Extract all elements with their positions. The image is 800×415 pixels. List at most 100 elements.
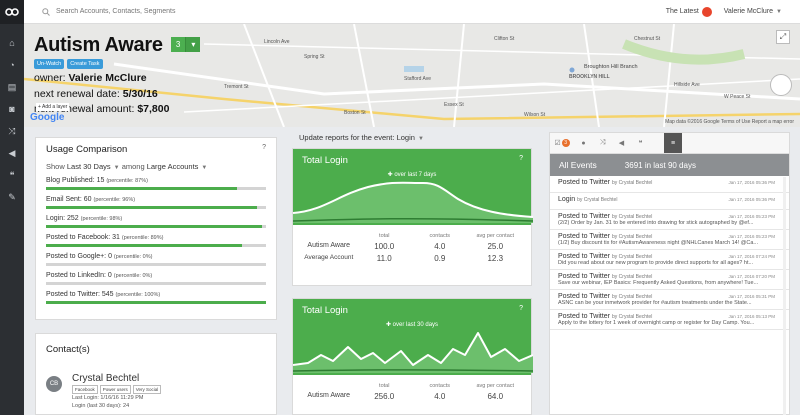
fullscreen-icon[interactable]: ⤢ [776, 30, 790, 44]
account-map[interactable]: Autism Aware 3 ▾ Un-Watch Create Task ow… [24, 24, 800, 127]
event-title: Posted to Twitter [558, 293, 611, 300]
event-title: Posted to Twitter [558, 233, 611, 240]
events-scrollbar[interactable] [783, 177, 786, 415]
percentile-bar [46, 206, 266, 209]
event-author: by Crystal Bechtel [612, 180, 653, 186]
chart-title: Total Login [302, 155, 348, 166]
events-header: All Events 3691 in last 90 days [550, 154, 789, 176]
search-box[interactable] [42, 7, 186, 16]
event-item[interactable]: Posted to Twitter by Crystal Bechtel Jan 1… [550, 250, 789, 270]
map-label: Chestnut St [634, 36, 661, 42]
chevron-down-icon: ▾ [185, 37, 201, 52]
help-icon[interactable]: ? [519, 155, 523, 162]
percentile-bar [46, 225, 266, 228]
event-date: Jan 17, 2016 05:23 PM [728, 234, 775, 239]
map-label: Tremont St [224, 84, 249, 90]
metric-label: Posted to Google+: 0 [46, 253, 112, 260]
percentile-fill [46, 187, 238, 190]
login-count: Login (last 30 days): 24 [72, 403, 130, 409]
contacts-panel: Contact(s) CB Crystal Bechtel Facebook P… [35, 333, 277, 415]
megaphone-icon[interactable]: ◀ [0, 142, 24, 164]
help-icon[interactable]: ? [262, 144, 266, 155]
usage-metric: Email Sent: 60 (percentile: 96%) [46, 196, 266, 209]
accounts-icon[interactable]: ▤ [0, 76, 24, 98]
usage-metric: Login: 252 (percentile: 98%) [46, 215, 266, 228]
help-icon[interactable]: ? [519, 305, 523, 312]
event-item[interactable]: Posted to Twitter by Crystal Bechtel Jan 1… [550, 230, 789, 250]
the-latest-button[interactable]: The Latest [666, 6, 712, 17]
event-dropdown[interactable]: Login [397, 133, 415, 142]
metric-label: Email Sent: 60 [46, 196, 92, 203]
percentile-fill [46, 206, 258, 209]
usage-metric: Posted to Google+: 0 (percentile: 0%) [46, 253, 266, 266]
unwatch-button[interactable]: Un-Watch [34, 59, 65, 69]
metric-label: Posted to LinkedIn: 0 [46, 272, 112, 279]
user-name: Valerie McClure [723, 8, 774, 15]
tab-tasks[interactable]: ☑ 3 [550, 133, 574, 153]
event-item[interactable]: Posted to Twitter by Crystal Bechtel Jan 1… [550, 210, 789, 230]
contact-tag[interactable]: Facebook [72, 385, 98, 394]
contact-tag[interactable]: Very Social [132, 385, 162, 394]
search-input[interactable] [56, 8, 186, 15]
metric-percentile: (percentile: 98%) [80, 216, 123, 222]
tab-comments[interactable]: ● [574, 133, 593, 153]
quote-icon: ❝ [638, 140, 643, 147]
tab-campaigns[interactable]: ◀ [612, 133, 631, 153]
chart-title: Total Login [302, 305, 348, 316]
metric-percentile: (percentile: 0%) [113, 254, 153, 260]
event-item[interactable]: Posted to Twitter by Crystal Bechtel Jan 1… [550, 270, 789, 290]
map-label: Stafford Ave [404, 76, 432, 82]
event-title: Posted to Twitter [558, 213, 611, 220]
top-bar: The Latest Valerie McClure▼ [24, 0, 800, 24]
metric-percentile: (percentile: 0%) [113, 273, 153, 279]
percentile-bar [46, 187, 266, 190]
list-icon: ≡ [670, 139, 676, 147]
event-date: Jan 17, 2016 07:24 PM [728, 254, 775, 259]
map-label: Lincoln Ave [264, 39, 290, 45]
event-item[interactable]: Posted to Twitter by Crystal Bechtel Jan 1… [550, 176, 789, 193]
score-dropdown[interactable]: 3 ▾ [170, 37, 201, 52]
usage-metric: Posted to LinkedIn: 0 (percentile: 0%) [46, 272, 266, 285]
contact-tag[interactable]: Power users [99, 385, 131, 394]
checkbox-icon: ☑ [554, 140, 561, 147]
stats-row: Autism Aware 256.0 4.0 64.0 [307, 392, 504, 401]
usage-metric: Posted to Twitter: 545 (percentile: 100%… [46, 291, 266, 304]
event-text: Save our webinar, IEP Basics: Frequently… [558, 280, 759, 286]
total-login-7-days-card: Total Login ? ✚ over last 7 days total co… [292, 148, 533, 286]
segment-dropdown[interactable]: Large Accounts [147, 162, 199, 171]
event-title: Posted to Twitter [558, 179, 611, 186]
contact-name[interactable]: Crystal Bechtel [72, 373, 161, 384]
home-icon[interactable]: ⌂ [0, 32, 24, 54]
google-logo: Google [30, 112, 65, 123]
owner-line: owner: Valerie McClure [34, 72, 147, 84]
create-task-button[interactable]: Create Task [67, 59, 103, 69]
tab-shuffle[interactable]: ⤨ [593, 133, 612, 153]
tab-all-events[interactable]: ≡ [664, 133, 682, 153]
update-reports-selector[interactable]: Update reports for the event: Login ▼ [299, 133, 424, 142]
map-label: Broughton Hill Branch [584, 64, 638, 70]
map-pan-control[interactable] [770, 74, 792, 96]
renewal-date-line: next renewal date: 5/30/16 [34, 87, 158, 100]
add-layer-button[interactable]: + Add a layer [36, 103, 70, 111]
event-item[interactable]: Login by Crystal Bechtel Jan 17, 2016 05:3… [550, 193, 789, 210]
contacts-icon[interactable]: ◙ [0, 98, 24, 120]
event-item[interactable]: Posted to Twitter by Crystal Bechtel Jan 1… [550, 290, 789, 310]
campaign-icon[interactable]: ❝ [0, 164, 24, 186]
metric-percentile: (percentile: 100%) [115, 292, 161, 298]
logo-icon[interactable] [0, 0, 24, 24]
period-dropdown[interactable]: Last 30 Days [67, 162, 111, 171]
event-date: Jan 17, 2016 05:13 PM [728, 314, 775, 319]
col-header: total [379, 383, 390, 389]
usage-metric: Blog Published: 15 (percentile: 87%) [46, 177, 266, 190]
dashboard-icon[interactable]: ◔ [0, 54, 24, 76]
shuffle-icon[interactable]: ⤨ [0, 120, 24, 142]
usage-metrics: Blog Published: 15 (percentile: 87%) Emai… [46, 177, 266, 304]
wrench-icon[interactable]: ✎ [0, 186, 24, 208]
user-menu[interactable]: Valerie McClure ▼ [724, 8, 782, 15]
tab-quotes[interactable]: ❝ [631, 133, 650, 153]
total-login-30-days-card: Total Login ? ✚ over last 30 days total c… [292, 298, 533, 415]
event-item[interactable]: Posted to Twitter by Crystal Bechtel Jan 1… [550, 310, 789, 330]
percentile-bar [46, 263, 266, 266]
contact-item[interactable]: CB Crystal Bechtel Facebook Power users … [46, 373, 266, 410]
event-date: Jan 17, 2016 05:31 PM [728, 294, 775, 299]
